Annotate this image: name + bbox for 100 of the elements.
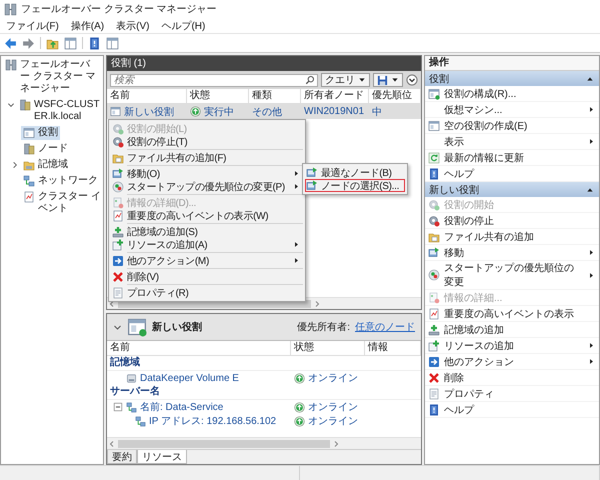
- menu-item[interactable]: 記憶域の追加(S): [111, 225, 303, 238]
- log-icon: [23, 191, 35, 203]
- pane-title: 新しい役割: [152, 320, 202, 334]
- caret-icon: [391, 76, 399, 84]
- column-header[interactable]: 状態: [291, 341, 365, 356]
- table-cell-text: その他: [252, 106, 282, 118]
- server-icon: [23, 143, 35, 155]
- refresh-icon: [428, 152, 440, 164]
- tree-item[interactable]: フェールオーバー クラスター マネージャー: [3, 58, 100, 96]
- menu-item[interactable]: 他のアクション(M): [111, 254, 303, 267]
- scroll-right-icon[interactable]: [313, 300, 322, 308]
- scroll-left-icon[interactable]: [108, 440, 116, 448]
- collapse-icon[interactable]: [586, 74, 594, 82]
- menu-entry[interactable]: ヘルプ(H): [161, 18, 206, 32]
- collapse-icon[interactable]: [113, 322, 122, 332]
- folder-icon: [23, 159, 35, 171]
- tree-item[interactable]: 役割: [21, 126, 60, 140]
- action-item[interactable]: 表示: [425, 134, 599, 150]
- action-item[interactable]: 削除: [425, 370, 599, 386]
- action-item[interactable]: ファイル共有の追加: [425, 229, 599, 245]
- dial-icon: [112, 180, 124, 192]
- menu-item[interactable]: プロパティ(R): [111, 286, 303, 299]
- gear-icon: [428, 214, 440, 226]
- menu-entry[interactable]: ファイル(F): [6, 18, 59, 32]
- collapse-icon[interactable]: [113, 402, 123, 412]
- owner-link[interactable]: 任意のノード: [355, 320, 415, 334]
- action-item[interactable]: 移動: [425, 245, 599, 261]
- menu-item[interactable]: 重要度の高いイベントの表示(W): [111, 209, 303, 222]
- menu-item[interactable]: ノードの選択(S)...: [305, 179, 406, 192]
- table-cell-text: オンライン: [308, 401, 358, 414]
- action-item[interactable]: プロパティ: [425, 386, 599, 402]
- menu-entry[interactable]: 操作(A): [70, 18, 104, 32]
- table-cell: DataKeeper Volume E: [140, 372, 239, 384]
- column-header[interactable]: 名前: [107, 89, 187, 104]
- folder-icon: [112, 152, 124, 164]
- scroll-left-icon[interactable]: [108, 300, 116, 308]
- section-header[interactable]: 新しい役割: [425, 182, 599, 197]
- save-button[interactable]: [373, 73, 403, 87]
- menu-item[interactable]: 移動(O): [111, 167, 303, 180]
- monitor-icon: [306, 166, 318, 178]
- menu-item[interactable]: ファイル共有の追加(F): [111, 151, 303, 164]
- action-item[interactable]: 役割の停止: [425, 213, 599, 229]
- delete-icon: [112, 270, 124, 282]
- action-item[interactable]: 記憶域の追加: [425, 322, 599, 338]
- action-item[interactable]: 他のアクション: [425, 354, 599, 370]
- menu-item[interactable]: 最適なノード(B): [305, 166, 406, 179]
- table-cell-text: オンライン: [308, 372, 358, 385]
- action-item[interactable]: 仮想マシン...: [425, 102, 599, 118]
- table-row[interactable]: 新しい役割 実行中 その他 WIN2019N01 中: [107, 104, 421, 119]
- menu-item[interactable]: 役割の停止(T): [111, 135, 303, 148]
- tab[interactable]: リソース: [137, 450, 187, 464]
- tree-item[interactable]: ネットワーク: [21, 174, 100, 188]
- panel-icon[interactable]: [106, 36, 119, 50]
- panel-icon[interactable]: [64, 36, 77, 50]
- back-icon[interactable]: [4, 36, 17, 50]
- query-button[interactable]: クエリ: [321, 73, 370, 87]
- column-header[interactable]: 所有者ノード: [301, 89, 369, 104]
- up-arrow-icon: [190, 106, 201, 117]
- action-item[interactable]: リソースの追加: [425, 338, 599, 354]
- help-icon[interactable]: [88, 36, 101, 50]
- expand-icon[interactable]: [11, 161, 19, 169]
- tab[interactable]: 要約: [107, 450, 137, 464]
- document-icon: [428, 292, 440, 304]
- column-header[interactable]: 種類: [249, 89, 301, 104]
- menu-item[interactable]: リソースの追加(A): [111, 238, 303, 251]
- menu-item[interactable]: 削除(V): [111, 270, 303, 283]
- monitor-icon: [112, 168, 124, 180]
- scroll-right-icon[interactable]: [332, 440, 340, 448]
- group-header: 記憶域: [107, 356, 421, 371]
- pane-title: 操作: [425, 56, 599, 71]
- action-item[interactable]: 空の役割の作成(E): [425, 118, 599, 134]
- menu-item[interactable]: スタートアップの優先順位の変更(P): [111, 180, 303, 193]
- action-item[interactable]: スタートアップの優先順位の変更: [425, 261, 599, 290]
- folder-icon: [428, 230, 440, 242]
- section-title: 新しい役割: [429, 184, 479, 196]
- forward-icon[interactable]: [22, 36, 35, 50]
- search-field[interactable]: 検索: [110, 74, 318, 86]
- action-item[interactable]: 重要度の高いイベントの表示: [425, 306, 599, 322]
- section-header[interactable]: 役割: [425, 71, 599, 86]
- column-header[interactable]: 優先順位: [369, 89, 421, 104]
- action-item[interactable]: ヘルプ: [425, 402, 599, 418]
- tree-item[interactable]: 記憶域: [21, 158, 70, 172]
- expand-icon[interactable]: [406, 74, 418, 86]
- gear-icon: [112, 136, 124, 148]
- menu-entry[interactable]: 表示(V): [116, 18, 150, 32]
- table-cell-text: 中: [372, 106, 382, 118]
- collapse-icon[interactable]: [7, 101, 15, 109]
- scrollbar[interactable]: [107, 437, 421, 449]
- action-item[interactable]: 役割の構成(R)...: [425, 86, 599, 102]
- tree-item[interactable]: ノード: [21, 142, 70, 156]
- column-header[interactable]: 情報: [365, 341, 421, 356]
- action-item[interactable]: 最新の情報に更新: [425, 150, 599, 166]
- column-header[interactable]: 名前: [107, 341, 291, 356]
- tree-item[interactable]: WSFC-CLUSTER.lk.local: [17, 98, 103, 124]
- collapse-icon[interactable]: [586, 186, 594, 194]
- window-title: フェールオーバー クラスター マネージャー: [21, 3, 217, 16]
- column-header[interactable]: 状態: [187, 89, 249, 104]
- table-cell-text: 実行中: [204, 106, 234, 118]
- tree-item[interactable]: クラスター イベント: [21, 190, 103, 216]
- window-icon: [23, 127, 35, 139]
